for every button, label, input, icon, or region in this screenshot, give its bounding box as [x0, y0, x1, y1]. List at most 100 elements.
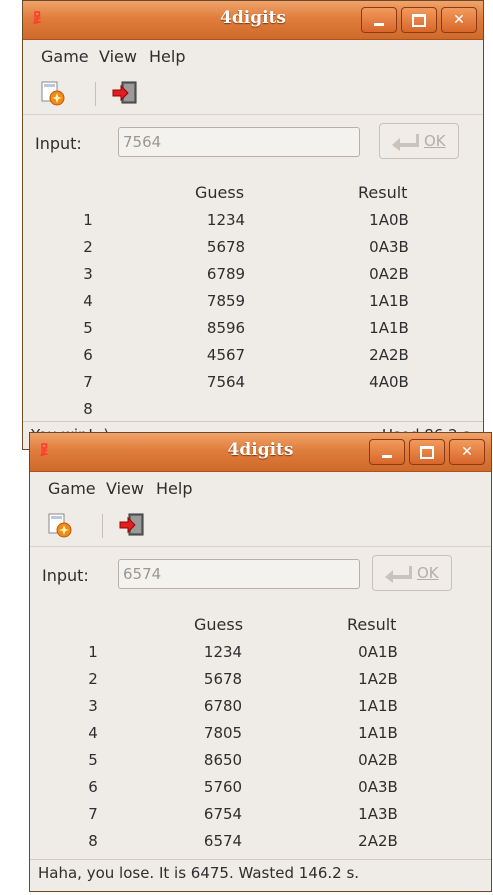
- status-message: Haha, you lose. It is 6475. Wasted 146.2…: [38, 864, 360, 882]
- row-result: 1A0B: [369, 211, 409, 229]
- guess-input[interactable]: 7564: [118, 127, 360, 157]
- minimize-button[interactable]: [369, 439, 405, 465]
- row-guess: 7805: [203, 724, 243, 742]
- row-result: 0A2B: [358, 751, 398, 769]
- row-guess: 7859: [206, 292, 246, 310]
- row-number: 1: [83, 211, 93, 229]
- ok-button[interactable]: OK: [372, 555, 452, 591]
- row-guess: 5678: [203, 670, 243, 688]
- row-guess: 1234: [206, 211, 246, 229]
- quit-button[interactable]: [118, 512, 146, 538]
- menu-game[interactable]: Game: [48, 479, 96, 498]
- row-guess: 8650: [203, 751, 243, 769]
- row-result: 1A1B: [369, 292, 409, 310]
- ok-button[interactable]: OK: [379, 123, 459, 159]
- minimize-icon: [374, 22, 384, 26]
- row-guess: 4567: [206, 346, 246, 364]
- ok-label: OK: [424, 132, 446, 150]
- table-row: 3 6780 1A1B: [30, 697, 491, 723]
- row-number: 7: [88, 805, 98, 823]
- row-number: 6: [88, 778, 98, 796]
- toolbar: [30, 504, 491, 547]
- toolbar-separator: [95, 82, 96, 106]
- row-number: 2: [83, 238, 93, 256]
- col-result-header: Result: [347, 615, 397, 634]
- table-row: 2 5678 1A2B: [30, 670, 491, 696]
- menu-game[interactable]: Game: [41, 47, 89, 66]
- guess-input[interactable]: 6574: [118, 559, 360, 589]
- menu-help[interactable]: Help: [156, 479, 192, 498]
- col-guess-header: Guess: [195, 183, 245, 202]
- row-result: 1A1B: [358, 697, 398, 715]
- close-icon: ✕: [461, 444, 473, 460]
- game-window-2: ⻊ 4digits ✕ Game View Help Input: 6574 O…: [29, 432, 492, 892]
- col-result-header: Result: [358, 183, 408, 202]
- col-guess-header: Guess: [194, 615, 244, 634]
- table-row: 3 6789 0A2B: [23, 265, 483, 291]
- menu-help[interactable]: Help: [149, 47, 185, 66]
- row-number: 4: [83, 292, 93, 310]
- row-guess: 5760: [203, 778, 243, 796]
- table-row: 6 4567 2A2B: [23, 346, 483, 372]
- table-row: 8 6574 2A2B: [30, 832, 491, 858]
- row-number: 8: [83, 400, 93, 418]
- row-number: 5: [88, 751, 98, 769]
- maximize-button[interactable]: [401, 7, 437, 33]
- table-row: 7 6754 1A3B: [30, 805, 491, 831]
- row-guess: 1234: [203, 643, 243, 661]
- close-button[interactable]: ✕: [449, 439, 485, 465]
- table-row: 5 8596 1A1B: [23, 319, 483, 345]
- new-game-button[interactable]: [46, 512, 74, 538]
- row-result: 4A0B: [369, 373, 409, 391]
- row-result: 1A2B: [358, 670, 398, 688]
- row-number: 2: [88, 670, 98, 688]
- toolbar-separator: [102, 514, 103, 538]
- row-guess: 6754: [203, 805, 243, 823]
- row-number: 4: [88, 724, 98, 742]
- input-row: Input: 7564 OK: [23, 121, 483, 161]
- row-result: 1A3B: [358, 805, 398, 823]
- row-result: 1A1B: [369, 319, 409, 337]
- close-icon: ✕: [453, 12, 465, 28]
- new-game-icon: [48, 513, 72, 538]
- row-number: 1: [88, 643, 98, 661]
- row-guess: 5678: [206, 238, 246, 256]
- input-row: Input: 6574 OK: [30, 553, 491, 593]
- table-row: 2 5678 0A3B: [23, 238, 483, 264]
- row-number: 3: [88, 697, 98, 715]
- minimize-button[interactable]: [361, 7, 397, 33]
- table-row: 1 1234 1A0B: [23, 211, 483, 237]
- ok-label: OK: [417, 564, 439, 582]
- maximize-icon: [412, 13, 426, 27]
- row-guess: 7564: [206, 373, 246, 391]
- table-row: 4 7859 1A1B: [23, 292, 483, 318]
- row-result: 0A3B: [358, 778, 398, 796]
- menu-bar: Game View Help: [30, 472, 491, 504]
- enter-arrow-icon: [392, 134, 419, 151]
- maximize-icon: [420, 445, 434, 459]
- new-game-icon: [41, 81, 65, 106]
- close-button[interactable]: ✕: [441, 7, 477, 33]
- title-bar[interactable]: ⻊ 4digits ✕: [30, 433, 491, 472]
- row-number: 5: [83, 319, 93, 337]
- title-bar[interactable]: ⻊ 4digits ✕: [23, 1, 483, 40]
- row-result: 1A1B: [358, 724, 398, 742]
- table-row: 4 7805 1A1B: [30, 724, 491, 750]
- new-game-button[interactable]: [39, 80, 67, 106]
- row-number: 3: [83, 265, 93, 283]
- row-result: 0A2B: [369, 265, 409, 283]
- menu-view[interactable]: View: [99, 47, 137, 66]
- row-guess: 6574: [203, 832, 243, 850]
- table-row: 5 8650 0A2B: [30, 751, 491, 777]
- game-window-1: ⻊ 4digits ✕ Game View Help Input: 7564 O…: [22, 0, 484, 450]
- table-row: 7 7564 4A0B: [23, 373, 483, 399]
- row-result: 2A2B: [369, 346, 409, 364]
- maximize-button[interactable]: [409, 439, 445, 465]
- row-result: 0A1B: [358, 643, 398, 661]
- quit-button[interactable]: [111, 80, 139, 106]
- menu-bar: Game View Help: [23, 40, 483, 72]
- menu-view[interactable]: View: [106, 479, 144, 498]
- table-row: 1 1234 0A1B: [30, 643, 491, 669]
- minimize-icon: [382, 454, 392, 458]
- table-row: 6 5760 0A3B: [30, 778, 491, 804]
